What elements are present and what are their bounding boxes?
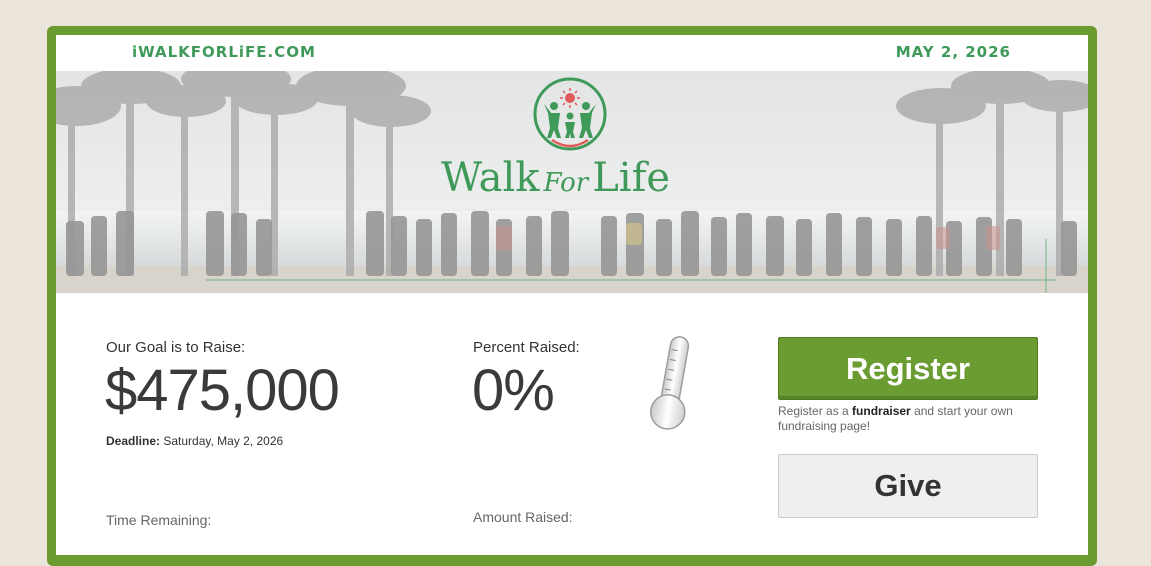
deadline: Deadline: Saturday, May 2, 2026 xyxy=(106,434,283,448)
top-bar: iWALKFORLiFE.COM MAY 2, 2026 xyxy=(56,35,1088,71)
time-remaining-label: Time Remaining: xyxy=(106,512,212,528)
deadline-value: Saturday, May 2, 2026 xyxy=(163,434,284,448)
site-link[interactable]: iWALKFORLiFE.COM xyxy=(132,43,316,61)
walk-for-life-logo: Walk For Life xyxy=(441,155,671,201)
register-button[interactable]: Register xyxy=(778,337,1038,400)
deadline-label: Deadline: xyxy=(106,434,161,448)
walk-for-life-emblem xyxy=(533,77,607,151)
hero-banner: Walk For Life xyxy=(56,71,1088,293)
campaign-card: iWALKFORLiFE.COM MAY 2, 2026 Walk For Li… xyxy=(56,35,1088,555)
give-button[interactable]: Give xyxy=(778,454,1038,518)
goal-label: Our Goal is to Raise: xyxy=(106,339,246,356)
goal-amount: $475,000 xyxy=(105,358,340,423)
amount-raised-label: Amount Raised: xyxy=(473,509,573,525)
percent-value: 0% xyxy=(472,358,555,423)
fundraiser-link[interactable]: fundraiser xyxy=(852,404,911,418)
event-date: MAY 2, 2026 xyxy=(895,43,1011,61)
register-note: Register as a fundraiser and start your … xyxy=(778,404,1013,433)
percent-label: Percent Raised: xyxy=(473,339,580,356)
thermometer-icon xyxy=(650,336,690,430)
